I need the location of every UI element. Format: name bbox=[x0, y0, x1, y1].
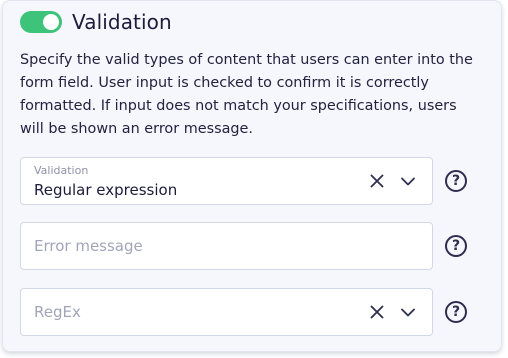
chevron-down-icon[interactable] bbox=[399, 172, 417, 190]
error-message-input[interactable]: Error message bbox=[20, 222, 433, 270]
regex-placeholder: RegEx bbox=[34, 303, 81, 321]
regex-select[interactable]: RegEx bbox=[20, 288, 433, 336]
close-icon[interactable] bbox=[368, 172, 386, 190]
validation-select-label: Validation bbox=[34, 164, 89, 177]
toggle-knob bbox=[43, 14, 59, 30]
question-circle-icon[interactable]: ? bbox=[445, 301, 467, 323]
section-description: Specify the valid types of content that … bbox=[20, 52, 473, 137]
validation-card: Validation Specify the valid types of co… bbox=[2, 0, 502, 352]
section-title: Validation bbox=[72, 10, 172, 34]
section-header: Validation bbox=[20, 10, 172, 34]
validation-toggle[interactable] bbox=[20, 11, 62, 33]
close-icon[interactable] bbox=[368, 303, 386, 321]
validation-select-value: Regular expression bbox=[34, 181, 178, 199]
chevron-down-icon[interactable] bbox=[399, 303, 417, 321]
validation-select[interactable]: Validation Regular expression bbox=[20, 157, 433, 205]
question-circle-icon[interactable]: ? bbox=[445, 170, 467, 192]
error-message-placeholder: Error message bbox=[34, 237, 143, 255]
question-circle-icon[interactable]: ? bbox=[445, 235, 467, 257]
